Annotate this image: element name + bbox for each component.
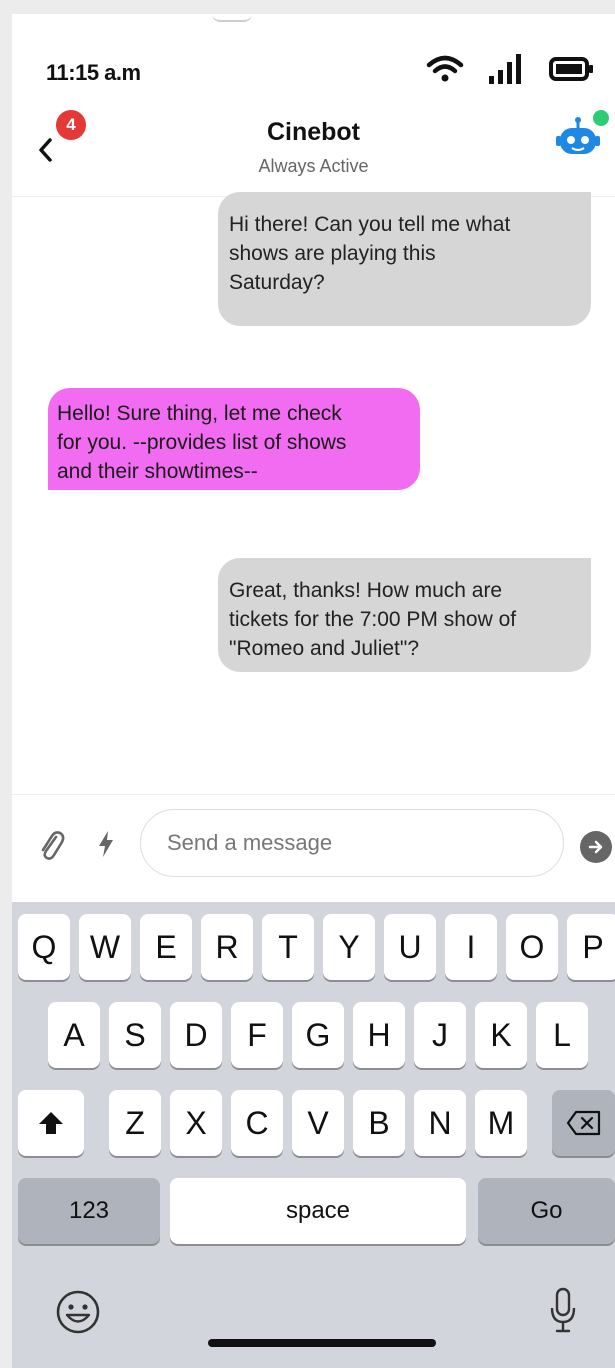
key-j[interactable]: J bbox=[414, 1002, 466, 1068]
key-k[interactable]: K bbox=[475, 1002, 527, 1068]
key-n[interactable]: N bbox=[414, 1090, 466, 1156]
chat-status: Always Active bbox=[258, 156, 369, 176]
key-a[interactable]: A bbox=[48, 1002, 100, 1068]
shift-key[interactable] bbox=[18, 1090, 84, 1156]
chat-title: Cinebot bbox=[266, 118, 361, 146]
key-g[interactable]: G bbox=[292, 1002, 344, 1068]
shift-arrow-icon bbox=[39, 1112, 63, 1134]
go-key[interactable]: Go bbox=[478, 1178, 615, 1244]
key-b[interactable]: B bbox=[353, 1090, 405, 1156]
key-v[interactable]: V bbox=[292, 1090, 344, 1156]
key-i[interactable]: I bbox=[445, 914, 497, 980]
key-x[interactable]: X bbox=[170, 1090, 222, 1156]
space-key[interactable]: space bbox=[170, 1178, 466, 1244]
message-bubble-user: Great, thanks! How much are tickets for … bbox=[218, 558, 591, 672]
battery-icon bbox=[549, 57, 593, 81]
key-r[interactable]: R bbox=[201, 914, 253, 980]
key-o[interactable]: O bbox=[506, 914, 558, 980]
chat-header: 4 Cinebot Always Active bbox=[12, 110, 615, 197]
wifi-icon bbox=[426, 55, 464, 82]
paperclip-icon[interactable] bbox=[36, 827, 66, 865]
key-f[interactable]: F bbox=[231, 1002, 283, 1068]
key-u[interactable]: U bbox=[384, 914, 436, 980]
backspace-key[interactable] bbox=[552, 1090, 615, 1156]
key-l[interactable]: L bbox=[536, 1002, 588, 1068]
key-z[interactable]: Z bbox=[109, 1090, 161, 1156]
microphone-icon[interactable] bbox=[548, 1286, 578, 1336]
status-time: 11:15 a.m bbox=[46, 60, 141, 85]
key-t[interactable]: T bbox=[262, 914, 314, 980]
key-h[interactable]: H bbox=[353, 1002, 405, 1068]
emoji-icon[interactable] bbox=[54, 1288, 102, 1336]
status-icons bbox=[425, 52, 595, 86]
arrow-right-icon bbox=[588, 840, 603, 854]
message-input[interactable] bbox=[140, 809, 564, 877]
key-w[interactable]: W bbox=[79, 914, 131, 980]
send-button[interactable] bbox=[580, 831, 612, 863]
numbers-key[interactable]: 123 bbox=[18, 1178, 160, 1244]
key-m[interactable]: M bbox=[475, 1090, 527, 1156]
top-notch bbox=[212, 14, 252, 22]
key-s[interactable]: S bbox=[109, 1002, 161, 1068]
composer-bar bbox=[12, 794, 615, 897]
key-p[interactable]: P bbox=[567, 914, 615, 980]
key-q[interactable]: Q bbox=[18, 914, 70, 980]
backspace-icon bbox=[566, 1110, 600, 1136]
online-indicator bbox=[593, 110, 609, 126]
message-bubble-user: Hi there! Can you tell me what shows are… bbox=[218, 192, 591, 326]
key-y[interactable]: Y bbox=[323, 914, 375, 980]
key-c[interactable]: C bbox=[231, 1090, 283, 1156]
phone-screen: 11:15 a.m 4 Cinebot Always Active Hi the… bbox=[12, 14, 615, 1368]
message-bubble-bot: Hello! Sure thing, let me check for you.… bbox=[48, 388, 420, 490]
lightning-icon[interactable] bbox=[96, 829, 116, 859]
key-e[interactable]: E bbox=[140, 914, 192, 980]
on-screen-keyboard: Q W E R T Y U I O P A S D F G H J K L Z … bbox=[12, 902, 615, 1368]
cellular-signal-icon bbox=[489, 54, 521, 84]
home-indicator[interactable] bbox=[208, 1339, 436, 1347]
key-d[interactable]: D bbox=[170, 1002, 222, 1068]
